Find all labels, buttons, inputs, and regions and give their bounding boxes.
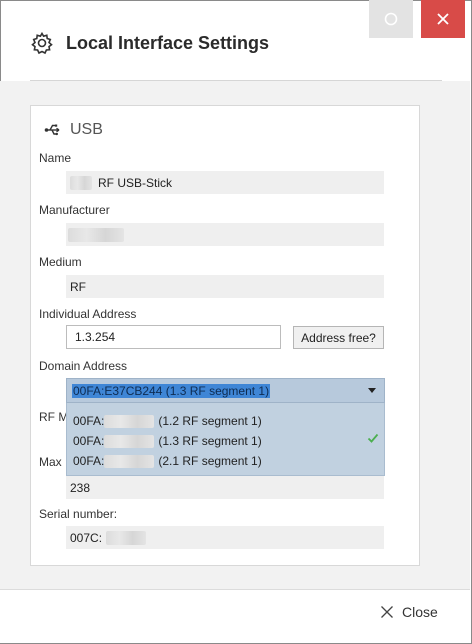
close-label: Close [402,604,438,620]
redacted-block [70,175,92,190]
checkmark-icon [367,433,379,443]
window-close-button[interactable] [421,0,465,38]
medium-label: Medium [39,255,82,269]
domain-address-select[interactable]: 00FA:E37CB244 (1.3 RF segment 1) [66,378,385,403]
max-field: 238 [66,476,384,499]
name-field: RF USB-Stick [66,171,384,194]
restore-button[interactable] [369,0,413,38]
redacted-block [106,530,147,545]
address-free-button[interactable]: Address free? [293,326,384,349]
individual-address-label: Individual Address [39,307,137,321]
dialog-title: Local Interface Settings [66,32,270,53]
domain-option[interactable]: 00FA: (2.1 RF segment 1) [73,454,262,468]
option-suffix: (2.1 RF segment 1) [158,454,262,468]
option-prefix: 00FA: [73,454,105,468]
serial-number-label: Serial number: [39,507,118,521]
domain-address-dropdown: 00FA: (1.2 RF segment 1) 00FA: (1.3 RF s… [66,403,385,476]
name-label: Name [39,151,72,165]
section-title: USB [70,121,103,138]
gear-icon [31,31,53,55]
rf-label-partial: RF M [39,410,69,424]
individual-address-input[interactable]: 1.3.254 [66,325,281,349]
domain-option[interactable]: 00FA: (1.3 RF segment 1) [73,434,262,448]
close-icon [437,13,449,25]
medium-value: RF [70,279,86,294]
individual-address-value: 1.3.254 [75,330,116,344]
option-prefix: 00FA: [73,414,105,428]
max-value: 238 [70,480,91,495]
close-button[interactable]: Close [380,604,438,620]
medium-field: RF [66,275,384,298]
manufacturer-field [66,223,384,246]
manufacturer-label: Manufacturer [39,203,110,217]
max-label-partial: Max [39,455,62,469]
redacted-block [104,454,155,468]
option-suffix: (1.2 RF segment 1) [158,414,262,428]
serial-number-field: 007C: [66,526,384,549]
domain-option[interactable]: 00FA: (1.2 RF segment 1) [73,414,262,428]
close-icon [381,606,393,618]
name-value: RF USB-Stick [98,175,173,190]
redacted-block [104,414,155,428]
restore-icon [384,12,398,26]
redacted-block [68,227,124,242]
section-header: USB [44,121,103,139]
domain-selected-value: 00FA:E37CB244 (1.3 RF segment 1) [72,383,271,398]
serial-prefix: 007C: [70,530,103,545]
usb-icon [44,124,60,136]
domain-address-label: Domain Address [39,359,128,373]
option-prefix: 00FA: [73,434,105,448]
option-suffix: (1.3 RF segment 1) [158,434,262,448]
redacted-block [104,434,155,448]
dialog-header: Local Interface Settings [30,31,269,55]
chevron-down-icon[interactable] [368,388,376,393]
